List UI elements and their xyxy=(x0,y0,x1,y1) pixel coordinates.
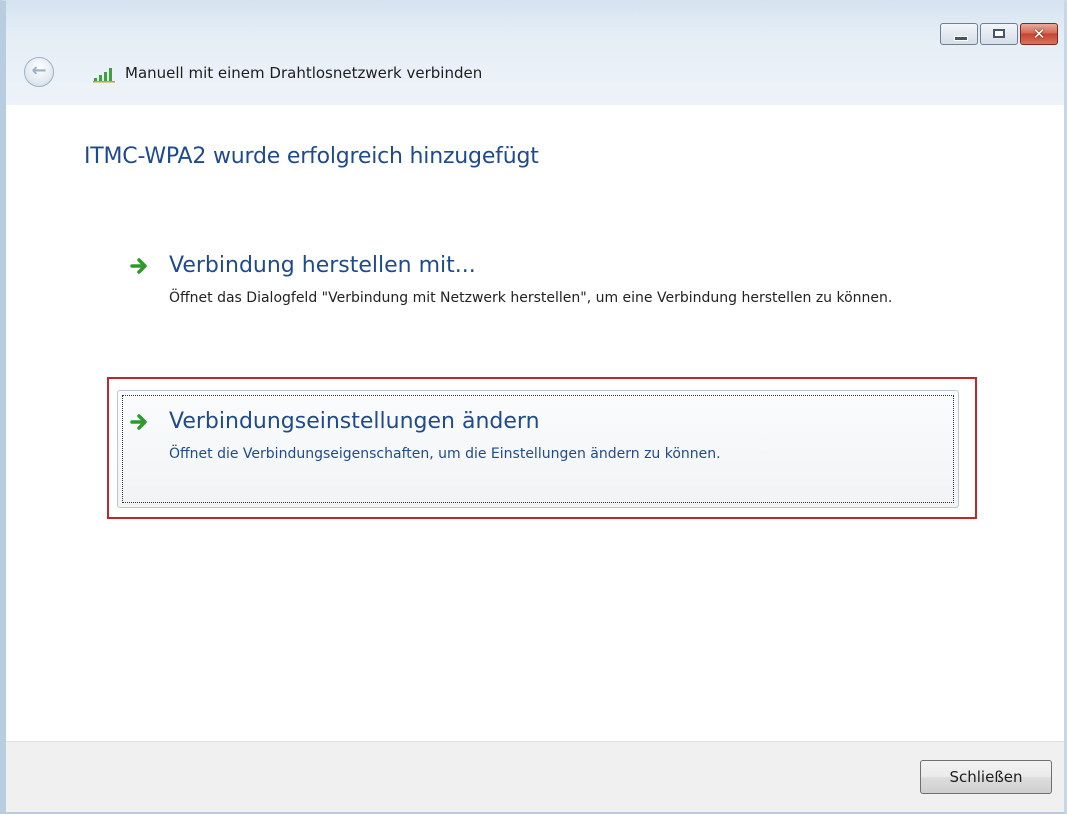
dialog-footer: Schließen xyxy=(6,741,1064,812)
title-bar: ✕ ← Manuell mit einem Drahtlosnetzwerk v… xyxy=(6,1,1064,105)
option-title[interactable]: Verbindung herstellen mit... xyxy=(169,253,476,278)
green-arrow-icon xyxy=(130,414,147,430)
close-icon: ✕ xyxy=(1032,25,1046,43)
page-heading: ITMC-WPA2 wurde erfolgreich hinzugefügt xyxy=(84,144,539,169)
minimize-button[interactable] xyxy=(940,23,978,45)
close-window-button[interactable]: ✕ xyxy=(1020,23,1058,45)
option-description: Öffnet das Dialogfeld "Verbindung mit Ne… xyxy=(169,290,893,306)
option-title[interactable]: Verbindungseinstellungen ändern xyxy=(169,409,540,434)
maximize-button[interactable] xyxy=(980,23,1018,45)
back-arrow-icon: ← xyxy=(31,60,47,81)
back-button[interactable]: ← xyxy=(24,57,54,87)
window-title: Manuell mit einem Drahtlosnetzwerk verbi… xyxy=(125,64,483,82)
wireless-signal-icon xyxy=(93,68,115,83)
dialog-window: ✕ ← Manuell mit einem Drahtlosnetzwerk v… xyxy=(0,0,1067,814)
close-button[interactable]: Schließen xyxy=(920,760,1052,794)
option-description: Öffnet die Verbindungseigenschaften, um … xyxy=(169,446,721,462)
window-controls: ✕ xyxy=(940,23,1058,45)
green-arrow-icon xyxy=(130,258,147,274)
